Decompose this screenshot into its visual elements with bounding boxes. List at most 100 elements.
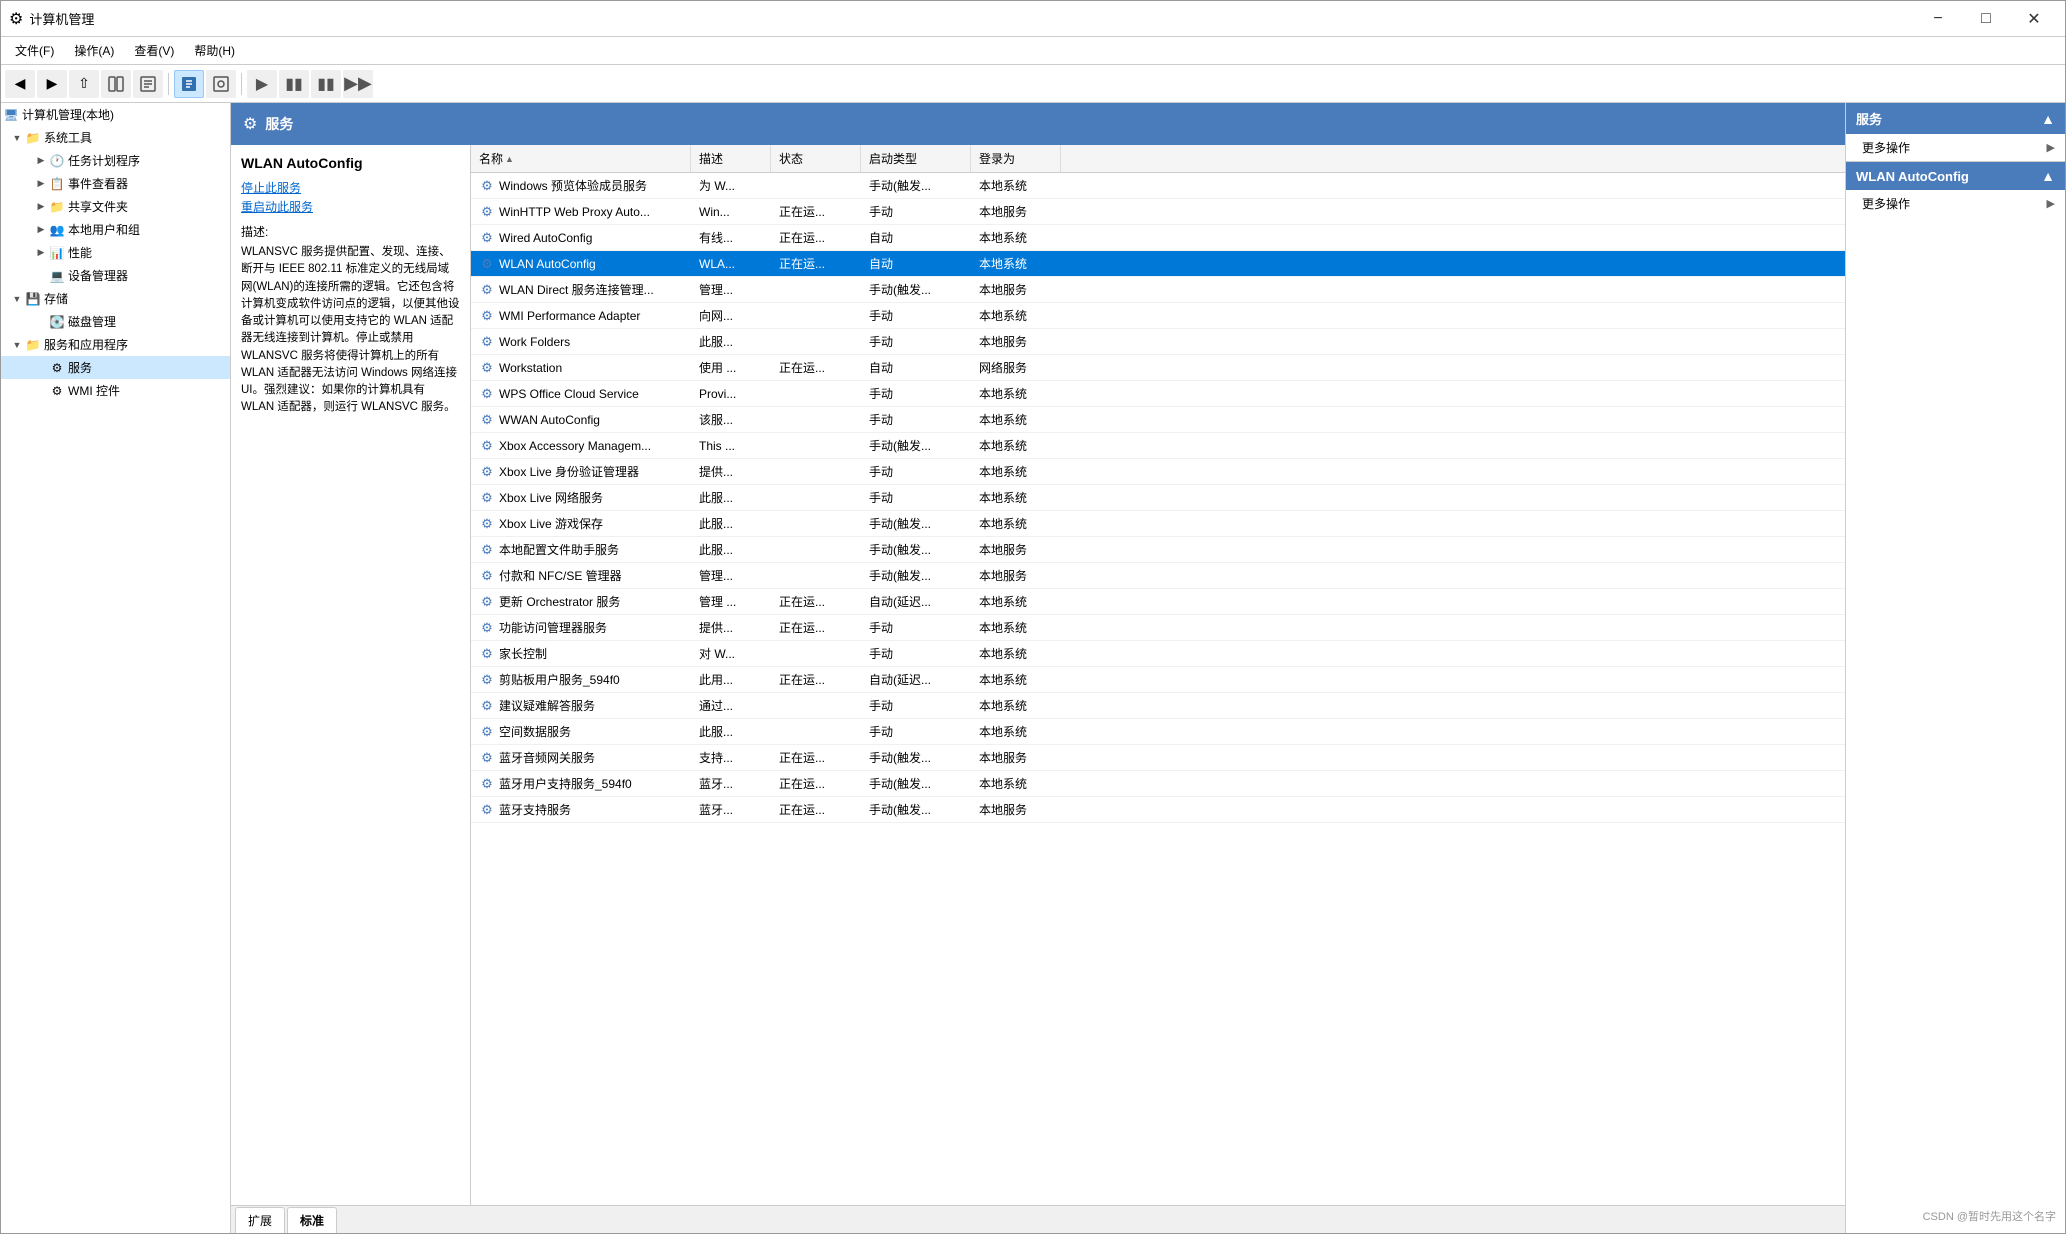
tab-expand[interactable]: 扩展 [235, 1207, 285, 1233]
sidebar-item-performance[interactable]: ▶ 📊 性能 [1, 241, 230, 264]
service-desc-cell: 蓝牙... [691, 771, 771, 796]
sidebar-item-services[interactable]: ⚙ 服务 [1, 356, 230, 379]
table-row[interactable]: ⚙Windows 预览体验成员服务为 W...手动(触发...本地系统 [471, 173, 1845, 199]
minimize-button[interactable]: − [1915, 4, 1961, 34]
right-section1-arrow[interactable]: ▲ [2041, 111, 2055, 127]
table-row[interactable]: ⚙更新 Orchestrator 服务管理 ...正在运...自动(延迟...本… [471, 589, 1845, 615]
close-button[interactable]: ✕ [2011, 4, 2057, 34]
table-row[interactable]: ⚙建议疑难解答服务通过...手动本地系统 [471, 693, 1845, 719]
right-section1-title: 服务 [1856, 109, 1882, 128]
table-row[interactable]: ⚙Wired AutoConfig有线...正在运...自动本地系统 [471, 225, 1845, 251]
content-header: ⚙ 服务 [231, 103, 1845, 145]
gear-icon-wmi: ⚙ [49, 383, 65, 399]
expand-disk[interactable] [33, 314, 49, 330]
expand-wmi[interactable] [33, 383, 49, 399]
stop-service-link[interactable]: 停止此服务 [241, 179, 460, 196]
menu-action[interactable]: 操作(A) [64, 38, 124, 63]
sidebar-item-wmi[interactable]: ⚙ WMI 控件 [1, 379, 230, 402]
right-action-more-ops-2[interactable]: 更多操作 ▶ [1846, 190, 2065, 217]
expand-shared[interactable]: ▶ [33, 199, 49, 215]
expand-system-tools[interactable]: ▼ [9, 130, 25, 146]
right-action-more-ops-1[interactable]: 更多操作 ▶ [1846, 134, 2065, 161]
sidebar-root[interactable]: 🖥 计算机管理(本地) [1, 103, 230, 126]
table-row[interactable]: ⚙WMI Performance Adapter向网...手动本地系统 [471, 303, 1845, 329]
sidebar-item-task-scheduler[interactable]: ▶ 🕐 任务计划程序 [1, 149, 230, 172]
table-row[interactable]: ⚙WPS Office Cloud ServiceProvi...手动本地系统 [471, 381, 1845, 407]
service-logon-cell: 本地系统 [971, 485, 1061, 510]
expand-storage[interactable]: ▼ [9, 291, 25, 307]
col-name[interactable]: 名称 ▲ [471, 145, 691, 172]
service-logon-cell: 本地服务 [971, 329, 1061, 354]
tab-standard[interactable]: 标准 [287, 1207, 337, 1233]
toolbar-play[interactable]: ▶ [247, 70, 277, 98]
table-row[interactable]: ⚙蓝牙支持服务蓝牙...正在运...手动(触发...本地服务 [471, 797, 1845, 823]
col-status[interactable]: 状态 [771, 145, 861, 172]
col-desc[interactable]: 描述 [691, 145, 771, 172]
folder-icon-shared: 📁 [49, 199, 65, 215]
table-row[interactable]: ⚙Workstation使用 ...正在运...自动网络服务 [471, 355, 1845, 381]
sidebar-item-services-apps[interactable]: ▼ 📁 服务和应用程序 [1, 333, 230, 356]
menu-help[interactable]: 帮助(H) [184, 38, 245, 63]
toolbar-forward[interactable]: ▶ [37, 70, 67, 98]
table-row[interactable]: ⚙蓝牙用户支持服务_594f0蓝牙...正在运...手动(触发...本地系统 [471, 771, 1845, 797]
sidebar-item-event-viewer[interactable]: ▶ 📋 事件查看器 [1, 172, 230, 195]
service-desc-cell: 使用 ... [691, 355, 771, 380]
sidebar-item-shared-folders[interactable]: ▶ 📁 共享文件夹 [1, 195, 230, 218]
maximize-button[interactable]: □ [1963, 4, 2009, 34]
sidebar-item-storage[interactable]: ▼ 💾 存储 [1, 287, 230, 310]
expand-svc-apps[interactable]: ▼ [9, 337, 25, 353]
right-section2-arrow[interactable]: ▲ [2041, 168, 2055, 184]
sidebar-item-local-users[interactable]: ▶ 👥 本地用户和组 [1, 218, 230, 241]
table-row[interactable]: ⚙Xbox Live 网络服务此服...手动本地系统 [471, 485, 1845, 511]
menu-view[interactable]: 查看(V) [124, 38, 184, 63]
table-row[interactable]: ⚙WinHTTP Web Proxy Auto...Win...正在运...手动… [471, 199, 1845, 225]
service-name-cell: ⚙Windows 预览体验成员服务 [471, 173, 691, 198]
sidebar-item-device-manager[interactable]: 💻 设备管理器 [1, 264, 230, 287]
expand-users[interactable]: ▶ [33, 222, 49, 238]
table-row[interactable]: ⚙功能访问管理器服务提供...正在运...手动本地系统 [471, 615, 1845, 641]
service-status-cell: 正在运... [771, 355, 861, 380]
toolbar-show-hide-tree[interactable] [101, 70, 131, 98]
sidebar-label-task: 任务计划程序 [68, 152, 140, 169]
toolbar-back[interactable]: ◀ [5, 70, 35, 98]
col-logon[interactable]: 登录为 [971, 145, 1061, 172]
expand-svc[interactable] [33, 360, 49, 376]
toolbar-service-active[interactable] [174, 70, 204, 98]
expand-event[interactable]: ▶ [33, 176, 49, 192]
toolbar-pause[interactable]: ▮▮ [311, 70, 341, 98]
table-row[interactable]: ⚙付款和 NFC/SE 管理器管理...手动(触发...本地服务 [471, 563, 1845, 589]
table-row[interactable]: ⚙家长控制对 W...手动本地系统 [471, 641, 1845, 667]
expand-task[interactable]: ▶ [33, 153, 49, 169]
restart-service-link[interactable]: 重启动此服务 [241, 198, 460, 215]
header-icon: ⚙ [243, 114, 257, 134]
table-row[interactable]: ⚙蓝牙音频网关服务支持...正在运...手动(触发...本地服务 [471, 745, 1845, 771]
table-row[interactable]: ⚙Work Folders此服...手动本地服务 [471, 329, 1845, 355]
service-desc-cell: 该服... [691, 407, 771, 432]
table-row[interactable]: ⚙Xbox Live 身份验证管理器提供...手动本地系统 [471, 459, 1845, 485]
table-row[interactable]: ⚙本地配置文件助手服务此服...手动(触发...本地服务 [471, 537, 1845, 563]
toolbar-stop[interactable]: ▮▮ [279, 70, 309, 98]
expand-perf[interactable]: ▶ [33, 245, 49, 261]
sidebar-label-storage: 存储 [44, 290, 68, 307]
toolbar-properties[interactable] [133, 70, 163, 98]
table-row[interactable]: ⚙WWAN AutoConfig该服...手动本地系统 [471, 407, 1845, 433]
sidebar-item-system-tools[interactable]: ▼ 📁 系统工具 [1, 126, 230, 149]
sidebar-label-wmi: WMI 控件 [68, 382, 120, 399]
expand-device[interactable] [33, 268, 49, 284]
table-row[interactable]: ⚙Xbox Accessory Managem...This ...手动(触发.… [471, 433, 1845, 459]
toolbar-resume[interactable]: ▶▶ [343, 70, 373, 98]
table-row[interactable]: ⚙空间数据服务此服...手动本地系统 [471, 719, 1845, 745]
sidebar-item-disk-management[interactable]: 💽 磁盘管理 [1, 310, 230, 333]
service-startup-cell: 手动(触发... [861, 563, 971, 588]
col-startup[interactable]: 启动类型 [861, 145, 971, 172]
table-row[interactable]: ⚙WLAN Direct 服务连接管理...管理...手动(触发...本地服务 [471, 277, 1845, 303]
menu-file[interactable]: 文件(F) [5, 38, 64, 63]
service-startup-cell: 自动 [861, 251, 971, 276]
toolbar-service-view[interactable] [206, 70, 236, 98]
toolbar-up[interactable]: ⇧ [69, 70, 99, 98]
content-header-title: 服务 [265, 114, 293, 134]
table-row[interactable]: ⚙剪贴板用户服务_594f0此用...正在运...自动(延迟...本地系统 [471, 667, 1845, 693]
table-row[interactable]: ⚙Xbox Live 游戏保存此服...手动(触发...本地系统 [471, 511, 1845, 537]
menu-bar: 文件(F) 操作(A) 查看(V) 帮助(H) [1, 37, 2065, 65]
table-row[interactable]: ⚙WLAN AutoConfigWLA...正在运...自动本地系统 [471, 251, 1845, 277]
